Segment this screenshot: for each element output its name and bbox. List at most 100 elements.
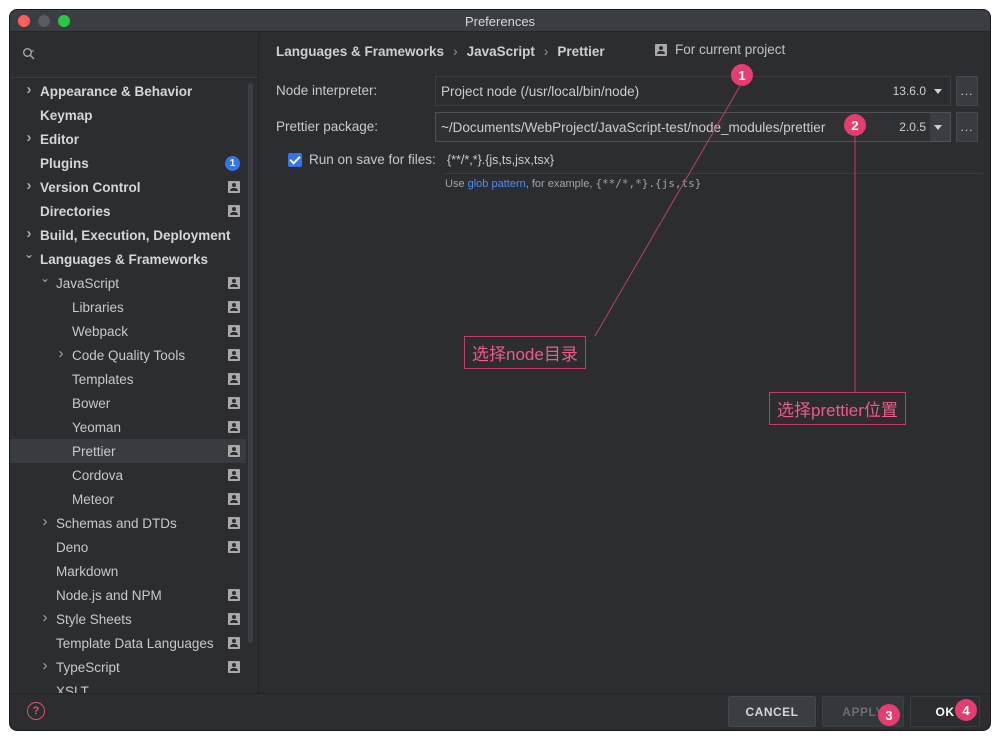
chevron-right-icon[interactable]: › <box>56 345 66 362</box>
sidebar-item-yeoman[interactable]: Yeoman <box>10 415 246 439</box>
hint-middle: , for example, <box>525 178 596 190</box>
sidebar-item-label: Schemas and DTDs <box>56 515 177 531</box>
search-divider <box>10 77 258 78</box>
chevron-right-icon[interactable]: › <box>24 81 34 98</box>
file-pattern-input[interactable]: {**/*,*}.{js,ts,jsx,tsx} <box>447 153 554 167</box>
chevron-down-icon[interactable]: ⌄ <box>24 247 34 261</box>
sidebar-item-libraries[interactable]: Libraries <box>10 295 246 319</box>
sidebar-item-label: Webpack <box>72 323 129 339</box>
project-icon <box>228 469 240 481</box>
chevron-right-icon[interactable]: › <box>24 225 34 242</box>
sidebar-item-prettier[interactable]: Prettier <box>10 439 246 463</box>
sidebar-item-version-control[interactable]: › Version Control <box>10 175 246 199</box>
sidebar-item-deno[interactable]: Deno <box>10 535 246 559</box>
breadcrumb-item-languages[interactable]: Languages & Frameworks <box>276 44 444 59</box>
prettier-version: 2.0.5 <box>899 120 926 134</box>
glob-pattern-hint: Use glob pattern, for example, {**/*,*}.… <box>445 177 701 190</box>
sidebar-item-directories[interactable]: Directories <box>10 199 246 223</box>
annotation-note-prettier: 选择prettier位置 <box>769 392 906 425</box>
sidebar-item-label: Bower <box>72 395 111 411</box>
chevron-right-icon[interactable]: › <box>40 657 50 674</box>
sidebar-item-label: Templates <box>72 371 134 387</box>
sidebar-item-label: Languages & Frameworks <box>40 251 209 267</box>
prettier-package-value: ~/Documents/WebProject/JavaScript-test/n… <box>441 119 826 135</box>
project-icon <box>228 661 240 673</box>
sidebar-item-typescript[interactable]: › TypeScript <box>10 655 246 679</box>
breadcrumb-item-javascript[interactable]: JavaScript <box>467 44 535 59</box>
sidebar-item-label: Meteor <box>72 491 115 507</box>
sidebar-item-code-quality-tools[interactable]: › Code Quality Tools <box>10 343 246 367</box>
chevron-right-icon[interactable]: › <box>40 609 50 626</box>
project-scope-note: For current project <box>655 42 785 57</box>
sidebar-item-plugins[interactable]: Plugins 1 <box>10 151 246 175</box>
sidebar-item-languages-frameworks[interactable]: ⌄ Languages & Frameworks <box>10 247 246 271</box>
sidebar-item-label: Style Sheets <box>56 611 132 627</box>
annotation-marker-2: 2 <box>844 114 866 136</box>
sidebar-item-label: Yeoman <box>72 419 122 435</box>
project-icon <box>228 541 240 553</box>
sidebar-item-cordova[interactable]: Cordova <box>10 463 246 487</box>
sidebar-item-editor[interactable]: › Editor <box>10 127 246 151</box>
project-icon <box>228 373 240 385</box>
sidebar-item-templates[interactable]: Templates <box>10 367 246 391</box>
glob-pattern-link[interactable]: glob pattern <box>468 178 526 190</box>
sidebar-item-build-execution-deployment[interactable]: › Build, Execution, Deployment <box>10 223 246 247</box>
settings-sidebar: › Appearance & Behavior Keymap › Editor Plugi… <box>10 33 259 699</box>
run-on-save-label[interactable]: Run on save for files: <box>309 152 436 167</box>
sidebar-item-label: Appearance & Behavior <box>40 83 193 99</box>
node-interpreter-label: Node interpreter: <box>276 83 378 98</box>
project-icon <box>228 445 240 457</box>
breadcrumb-separator: › <box>453 43 458 59</box>
sidebar-item-markdown[interactable]: Markdown <box>10 559 246 583</box>
sidebar-item-label: Template Data Languages <box>56 635 214 651</box>
sidebar-item-label: TypeScript <box>56 659 120 675</box>
dialog-footer: ? CANCEL APPLY OK <box>10 693 990 730</box>
chevron-down-icon[interactable] <box>934 125 942 130</box>
node-interpreter-select[interactable]: Project node (/usr/local/bin/node) 13.6.… <box>435 76 951 106</box>
sidebar-item-label: Cordova <box>72 467 124 483</box>
search-icon[interactable] <box>22 47 42 63</box>
sidebar-item-label: JavaScript <box>56 275 120 291</box>
chevron-down-icon[interactable]: ⌄ <box>40 271 50 285</box>
run-on-save-checkbox[interactable] <box>288 153 302 167</box>
sidebar-item-label: Plugins <box>40 155 89 171</box>
chevron-right-icon[interactable]: › <box>24 177 34 194</box>
project-icon <box>655 43 667 56</box>
annotation-marker-1: 1 <box>731 64 753 86</box>
chevron-down-icon[interactable] <box>934 89 942 94</box>
sidebar-item-javascript[interactable]: ⌄ JavaScript <box>10 271 246 295</box>
sidebar-item-webpack[interactable]: Webpack <box>10 319 246 343</box>
help-icon[interactable]: ? <box>27 702 45 720</box>
project-icon <box>228 205 240 217</box>
preferences-window: Preferences › Appearance & Behavior Keymap… <box>9 9 991 731</box>
sidebar-item-node-js-and-npm[interactable]: Node.js and NPM <box>10 583 246 607</box>
sidebar-item-label: Node.js and NPM <box>56 587 162 603</box>
cancel-button[interactable]: CANCEL <box>728 696 816 727</box>
sidebar-item-appearance-behavior[interactable]: › Appearance & Behavior <box>10 79 246 103</box>
node-browse-button[interactable]: ... <box>956 76 978 106</box>
project-icon <box>228 325 240 337</box>
sidebar-scrollbar[interactable] <box>248 83 253 643</box>
node-version: 13.6.0 <box>892 84 926 98</box>
prettier-browse-button[interactable]: ... <box>956 112 978 142</box>
sidebar-item-meteor[interactable]: Meteor <box>10 487 246 511</box>
sidebar-item-label: Version Control <box>40 179 141 195</box>
chevron-right-icon[interactable]: › <box>40 513 50 530</box>
prettier-package-label: Prettier package: <box>276 119 379 134</box>
sidebar-item-template-data-languages[interactable]: Template Data Languages <box>10 631 246 655</box>
annotation-marker-3: 3 <box>878 704 900 726</box>
project-icon <box>228 181 240 193</box>
update-badge: 1 <box>225 156 240 171</box>
sidebar-item-keymap[interactable]: Keymap <box>10 103 246 127</box>
sidebar-item-schemas-and-dtds[interactable]: › Schemas and DTDs <box>10 511 246 535</box>
project-icon <box>228 277 240 289</box>
project-icon <box>228 493 240 505</box>
prettier-package-select[interactable]: ~/Documents/WebProject/JavaScript-test/n… <box>435 112 951 142</box>
sidebar-item-style-sheets[interactable]: › Style Sheets <box>10 607 246 631</box>
annotation-note-node: 选择node目录 <box>464 336 586 369</box>
chevron-right-icon[interactable]: › <box>24 129 34 146</box>
sidebar-item-bower[interactable]: Bower <box>10 391 246 415</box>
sidebar-item-label: Build, Execution, Deployment <box>40 227 231 243</box>
sidebar-item-label: Keymap <box>40 107 93 123</box>
sidebar-item-label: Markdown <box>56 563 119 579</box>
